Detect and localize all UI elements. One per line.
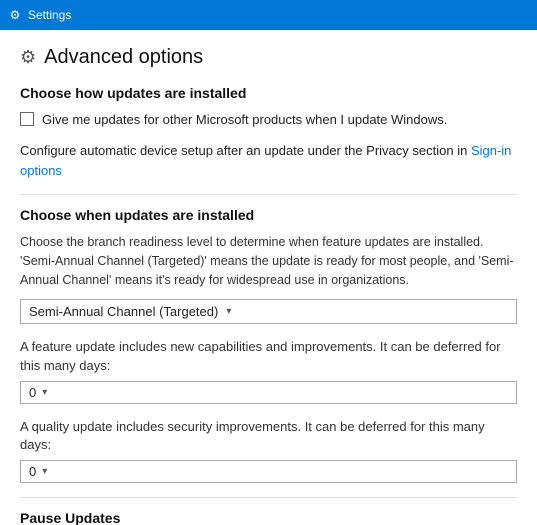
feature-defer-value: 0	[29, 385, 36, 400]
pause-updates-section: Pause Updates Temporarily pause updates …	[20, 510, 517, 525]
feature-defer-label: A feature update includes new capabiliti…	[20, 338, 517, 374]
channel-dropdown-container: Semi-Annual Channel (Targeted) ▾	[20, 299, 517, 324]
page-title-row: ⚙ Advanced options	[20, 46, 517, 69]
quality-defer-row: A quality update includes security impro…	[20, 418, 517, 483]
feature-defer-arrow: ▾	[42, 387, 47, 398]
divider-2	[20, 497, 517, 498]
feature-defer-dropdown[interactable]: 0 ▾	[20, 381, 517, 404]
microsoft-products-checkbox[interactable]	[20, 112, 34, 126]
title-bar-text: Settings	[28, 8, 71, 22]
page-title: Advanced options	[44, 46, 203, 69]
quality-defer-value: 0	[29, 464, 36, 479]
channel-dropdown[interactable]: Semi-Annual Channel (Targeted) ▾	[20, 299, 517, 324]
microsoft-products-row: Give me updates for other Microsoft prod…	[20, 111, 517, 129]
feature-defer-row: A feature update includes new capabiliti…	[20, 338, 517, 403]
config-text-prefix: Configure automatic device setup after a…	[20, 143, 471, 158]
how-updates-title: Choose how updates are installed	[20, 85, 517, 101]
title-bar: ⚙ Settings	[0, 0, 537, 30]
when-updates-title: Choose when updates are installed	[20, 207, 517, 223]
config-text: Configure automatic device setup after a…	[20, 141, 517, 180]
divider-1	[20, 194, 517, 195]
channel-dropdown-arrow: ▾	[226, 306, 231, 317]
channel-dropdown-value: Semi-Annual Channel (Targeted)	[29, 304, 218, 319]
microsoft-products-label: Give me updates for other Microsoft prod…	[42, 111, 447, 129]
when-updates-description: Choose the branch readiness level to det…	[20, 233, 517, 289]
when-updates-section: Choose when updates are installed Choose…	[20, 207, 517, 483]
main-content: ⚙ Advanced options Choose how updates ar…	[0, 30, 537, 525]
quality-defer-arrow: ▾	[42, 466, 47, 477]
quality-defer-dropdown[interactable]: 0 ▾	[20, 460, 517, 483]
settings-window-icon: ⚙	[8, 8, 22, 22]
pause-updates-title: Pause Updates	[20, 510, 517, 525]
quality-defer-label: A quality update includes security impro…	[20, 418, 517, 454]
gear-icon: ⚙	[20, 47, 36, 68]
how-updates-section: Choose how updates are installed Give me…	[20, 85, 517, 180]
